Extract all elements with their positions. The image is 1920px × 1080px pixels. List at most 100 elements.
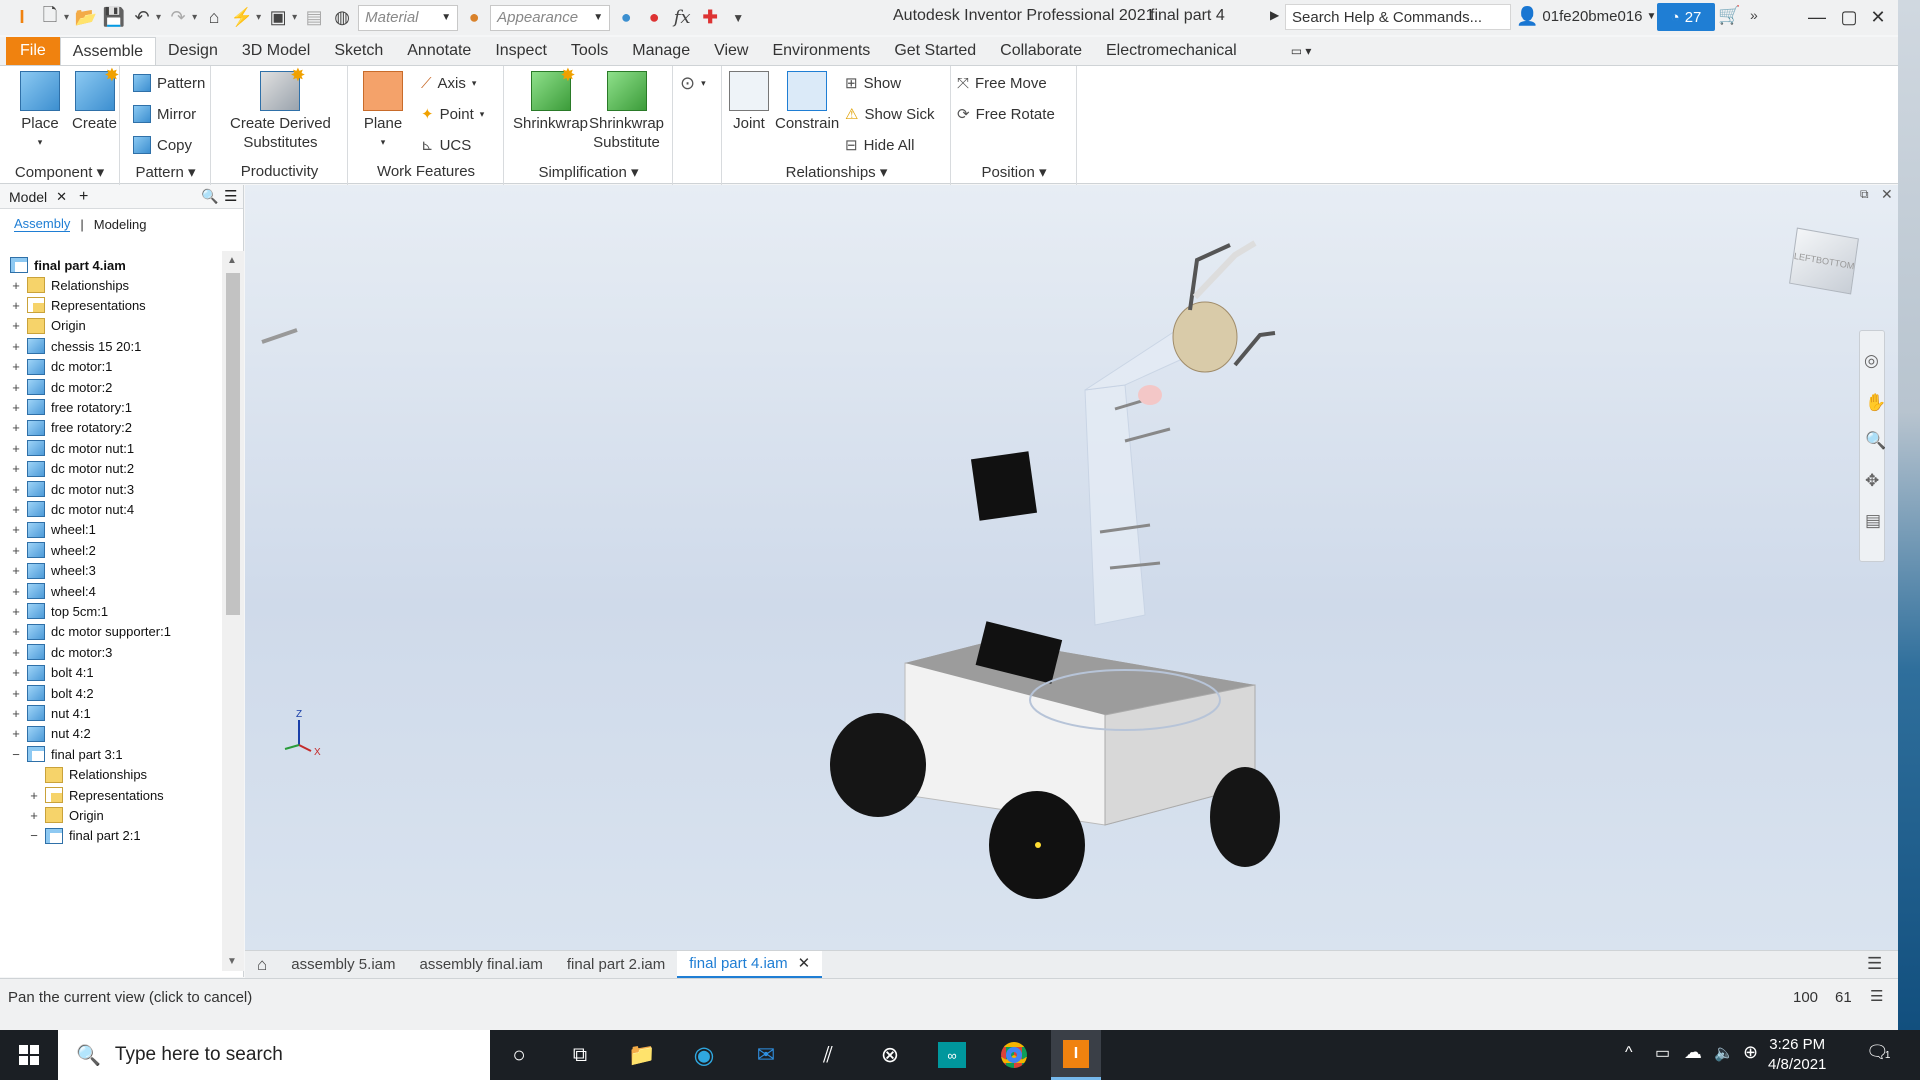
shrinkwrap-button[interactable]: ✸ Shrinkwrap <box>513 66 588 133</box>
customize-qat-icon[interactable]: ▼ <box>724 4 752 32</box>
collapse-icon[interactable]: − <box>28 828 40 843</box>
home-tab-icon[interactable]: ⌂ <box>245 951 279 979</box>
tree-item[interactable]: Relationships <box>28 764 147 786</box>
expand-icon[interactable]: + <box>10 339 22 354</box>
material-sphere-icon[interactable]: ◍ <box>328 4 356 32</box>
place-button[interactable]: Place ▾ <box>20 71 60 152</box>
tab-inspect[interactable]: Inspect <box>483 37 559 65</box>
subtab-modeling[interactable]: Modeling <box>94 217 147 232</box>
appearance-icon[interactable]: ● <box>460 4 488 32</box>
group-title-component[interactable]: Component ▾ <box>0 163 119 183</box>
save-icon[interactable]: 💾 <box>100 4 128 32</box>
tab-get-started[interactable]: Get Started <box>882 37 988 65</box>
expand-icon[interactable]: + <box>28 788 40 803</box>
plane-button[interactable]: Plane ▾ <box>363 71 403 152</box>
collapse-icon[interactable]: − <box>10 747 22 762</box>
new-file-icon[interactable]: 🗋 <box>36 4 64 32</box>
tree-item[interactable]: + dc motor:1 <box>10 356 112 378</box>
tab-tools[interactable]: Tools <box>559 37 620 65</box>
tree-item[interactable]: + wheel:1 <box>10 519 96 541</box>
tab-view[interactable]: View <box>702 37 760 65</box>
free-rotate-button[interactable]: ⟳ Free Rotate <box>957 103 1055 125</box>
caret-right-icon[interactable]: ▶ <box>1270 8 1279 22</box>
browser-scrollbar[interactable]: ▲ ▼ <box>222 251 244 971</box>
clear-appearance-icon[interactable]: ● <box>640 4 668 32</box>
tree-item[interactable]: + free rotatory:1 <box>10 396 132 418</box>
tree-item[interactable]: + dc motor nut:4 <box>10 498 134 520</box>
tree-item[interactable]: + dc motor:2 <box>10 376 112 398</box>
expand-icon[interactable]: + <box>10 461 22 476</box>
chevron-down-icon[interactable]: ▾ <box>256 12 261 23</box>
expand-icon[interactable]: + <box>10 686 22 701</box>
tree-item[interactable]: + chessis 15 20:1 <box>10 335 141 357</box>
tab-collaborate[interactable]: Collaborate <box>988 37 1094 65</box>
scroll-down-icon[interactable]: ▼ <box>227 956 237 967</box>
close-button[interactable]: ✕ <box>1858 3 1898 31</box>
create-derived-substitutes-button[interactable]: ✸ Create Derived Substitutes <box>230 66 331 152</box>
tab-sketch[interactable]: Sketch <box>322 37 395 65</box>
tab-model[interactable]: Model <box>9 189 47 205</box>
joint-button[interactable]: Joint <box>729 71 769 133</box>
expand-arrows-icon[interactable]: » <box>1750 7 1758 23</box>
doc-tabs-menu-icon[interactable]: ☰ <box>1867 954 1882 974</box>
doc-tab-assembly-final[interactable]: assembly final.iam <box>407 951 554 979</box>
expand-icon[interactable]: + <box>28 808 40 823</box>
file-explorer-icon[interactable]: 📁 <box>617 1030 667 1080</box>
options-dropdown[interactable]: ⊙ ▾ <box>680 72 706 94</box>
viewcube[interactable]: LEFT BOTTOM <box>1789 227 1859 295</box>
expand-icon[interactable]: + <box>10 278 22 293</box>
tree-item[interactable]: + bolt 4:2 <box>10 682 94 704</box>
arduino-icon[interactable]: ∞ <box>927 1030 977 1080</box>
autodesk-app-icon[interactable]: ⫽ <box>803 1030 853 1080</box>
notification-icon[interactable]: 🗨1 <box>1866 1042 1890 1063</box>
orbit-icon[interactable]: ✥ <box>1865 471 1879 491</box>
expand-icon[interactable]: + <box>10 298 22 313</box>
look-at-icon[interactable]: ▤ <box>1865 511 1881 531</box>
xbox-icon[interactable]: ⊗ <box>865 1030 915 1080</box>
tree-item[interactable]: + dc motor nut:2 <box>10 458 134 480</box>
tree-item[interactable]: + Relationships <box>10 274 129 296</box>
tree-item[interactable]: + Representations <box>28 784 164 806</box>
pattern-button[interactable]: Pattern <box>133 72 205 94</box>
add-tab-icon[interactable]: + <box>79 188 88 206</box>
tree-item[interactable]: + Origin <box>10 315 86 337</box>
onedrive-icon[interactable]: ☁ <box>1684 1042 1702 1063</box>
redo-icon[interactable]: ↷ <box>164 4 192 32</box>
edge-icon[interactable]: ◉ <box>679 1030 729 1080</box>
show-sick-button[interactable]: ⚠ Show Sick <box>845 103 934 125</box>
viewport-restore-icon[interactable]: ⧉ <box>1860 187 1869 202</box>
windows-start-icon[interactable] <box>0 1030 58 1080</box>
subtab-assembly[interactable]: Assembly <box>14 216 71 232</box>
axis-button[interactable]: ⟋ Axis ▾ <box>421 72 476 94</box>
undo-icon[interactable]: ↶ <box>128 4 156 32</box>
appearance-dropdown[interactable]: Appearance ▼ <box>490 4 611 31</box>
volume-icon[interactable]: 🔈 <box>1714 1043 1734 1063</box>
tab-file[interactable]: File <box>6 37 60 65</box>
doc-tab-assembly-5[interactable]: assembly 5.iam <box>279 951 407 979</box>
chevron-down-icon[interactable]: ▾ <box>192 12 197 23</box>
cart-icon[interactable]: 🛒 <box>1718 5 1740 26</box>
viewport-close-icon[interactable]: ✕ <box>1881 186 1893 203</box>
close-tab-icon[interactable]: ✕ <box>56 189 67 205</box>
tab-environments[interactable]: Environments <box>760 37 882 65</box>
select-icon[interactable]: ▣ <box>264 4 292 32</box>
steering-wheel-icon[interactable]: ◎ <box>1864 351 1879 371</box>
tree-item[interactable]: + Representations <box>10 294 146 316</box>
scroll-up-icon[interactable]: ▲ <box>227 255 237 266</box>
tree-item[interactable]: + Origin <box>28 804 104 826</box>
doc-tab-final-part-2[interactable]: final part 2.iam <box>555 951 677 979</box>
tree-item[interactable]: − final part 2:1 <box>28 825 141 847</box>
tab-assemble[interactable]: Assemble <box>59 37 157 65</box>
mail-icon[interactable]: ✉ <box>741 1030 791 1080</box>
graphics-viewport[interactable]: LEFT BOTTOM ⧉ ✕ ◎ ✋ 🔍 ✥ ▤ Z X <box>245 185 1898 950</box>
home-icon[interactable]: ⌂ <box>200 4 228 32</box>
pan-icon[interactable]: ✋ <box>1865 393 1886 413</box>
taskbar-search[interactable]: 🔍 Type here to search <box>58 1030 490 1080</box>
expand-icon[interactable]: + <box>10 624 22 639</box>
taskbar-clock[interactable]: 3:26 PM 4/8/2021 <box>1768 1035 1826 1075</box>
tree-item[interactable]: + dc motor supporter:1 <box>10 621 171 643</box>
tree-item[interactable]: + wheel:3 <box>10 560 96 582</box>
shrinkwrap-substitute-button[interactable]: Shrinkwrap Substitute <box>589 71 664 152</box>
tab-electromechanical[interactable]: Electromechanical <box>1094 37 1249 65</box>
close-tab-icon[interactable]: ✕ <box>798 954 811 972</box>
